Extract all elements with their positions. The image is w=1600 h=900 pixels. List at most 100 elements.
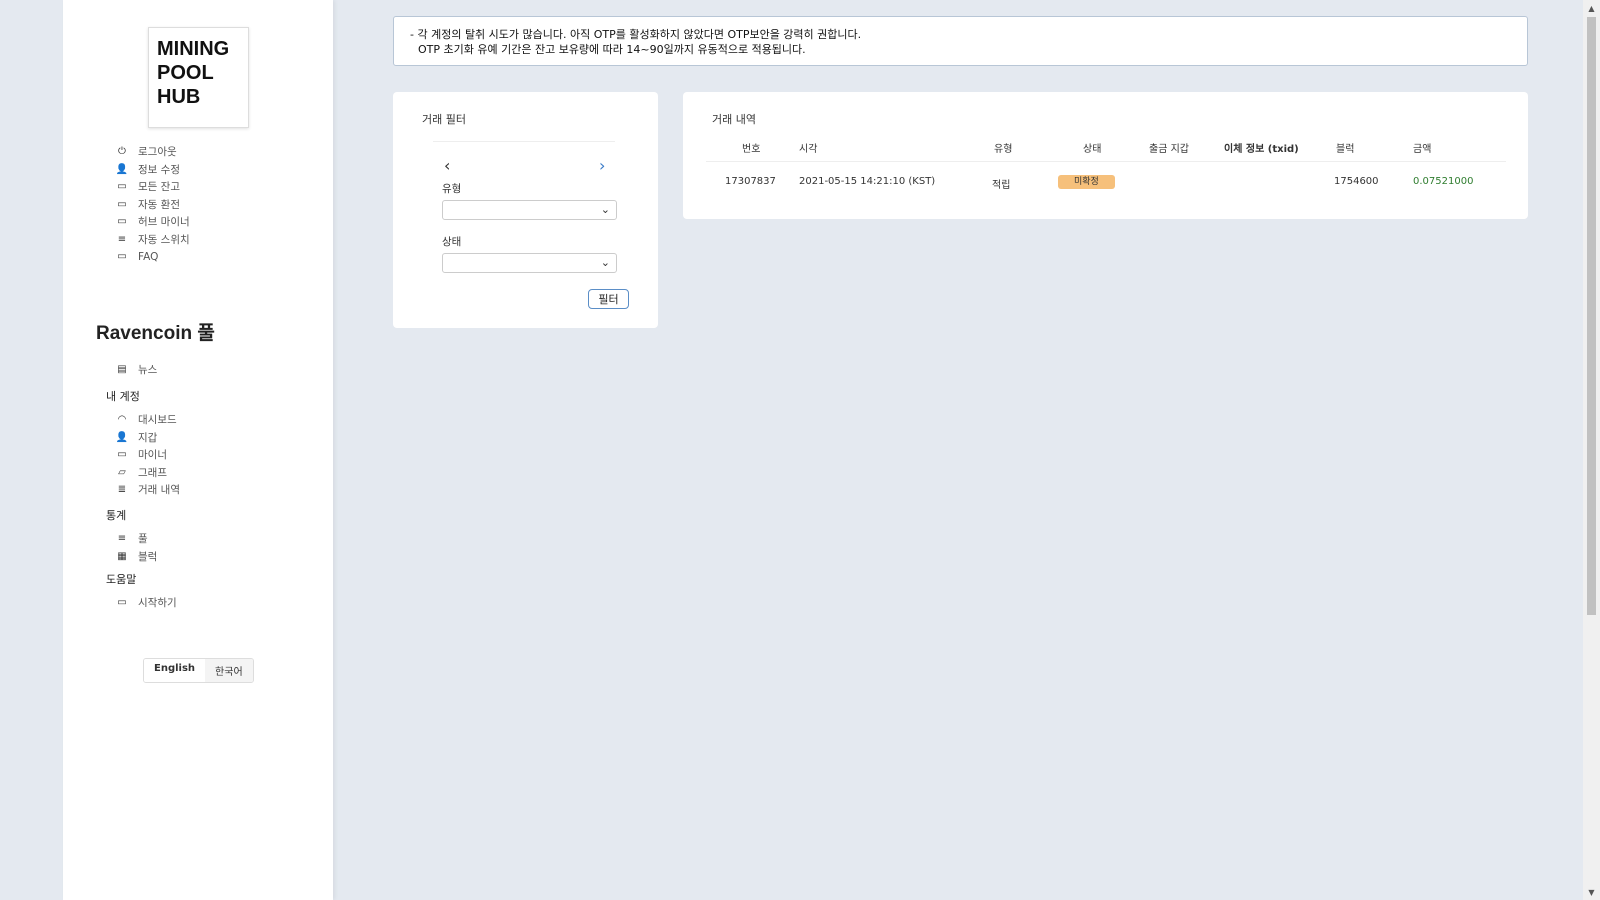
pool-title: Ravencoin 풀 — [96, 323, 215, 344]
top-nav: ⏻ 로그아웃 👤 정보 수정 ▭ 모든 잔고 ▭ 자동 환전 ▭ 허브 마이너 … — [116, 143, 190, 266]
row-amount: 0.07521000 — [1413, 176, 1474, 187]
scroll-down-icon[interactable]: ▼ — [1583, 884, 1600, 900]
nav-label: 시작하기 — [138, 597, 177, 610]
news-nav: ▤ 뉴스 — [116, 361, 157, 379]
monitor-icon: ▭ — [117, 198, 127, 210]
chevron-down-icon: ⌄ — [600, 256, 610, 269]
nav-wallet[interactable]: 👤 지갑 — [116, 429, 180, 447]
nav-label: 거래 내역 — [138, 484, 180, 497]
nav-logout[interactable]: ⏻ 로그아웃 — [116, 143, 190, 161]
nav-dashboard[interactable]: ◠ 대시보드 — [116, 411, 180, 429]
account-section: 내 계정 ◠ 대시보드 👤 지갑 ▭ 마이너 ▱ 그래프 ≣ 거래 내역 — [106, 388, 180, 499]
logo-line-2: POOL — [157, 62, 214, 84]
language-english-button[interactable]: English — [144, 659, 206, 682]
nav-faq[interactable]: ▭ FAQ — [116, 248, 190, 266]
sidebar: MINING POOL HUB ⏻ 로그아웃 👤 정보 수정 ▭ 모든 잔고 ▭… — [63, 0, 333, 900]
nav-label: 정보 수정 — [138, 163, 180, 176]
status-badge-label: 미확정 — [1058, 175, 1115, 189]
page-scrollbar[interactable]: ▲ ▼ — [1583, 0, 1600, 900]
logo-line-1: MINING — [157, 38, 230, 60]
nav-news[interactable]: ▤ 뉴스 — [116, 361, 157, 379]
monitor-icon: ▭ — [117, 216, 127, 228]
row-id: 17307837 — [725, 176, 776, 187]
nav-blocks[interactable]: ▦ 블럭 — [116, 548, 157, 566]
scrollbar-thumb[interactable] — [1587, 17, 1596, 615]
nav-label: 마이너 — [138, 449, 167, 462]
language-korean-button[interactable]: 한국어 — [205, 659, 253, 682]
nav-label: 자동 스위치 — [138, 233, 190, 246]
column-header-block: 블럭 — [1336, 144, 1355, 155]
chevron-left-icon[interactable]: ‹ — [444, 156, 450, 175]
column-header-time: 시각 — [799, 144, 818, 155]
nav-label: 허브 마이너 — [138, 216, 190, 229]
nav-label: 로그아웃 — [138, 146, 177, 159]
nav-label: 풀 — [138, 533, 148, 546]
status-select[interactable]: ⌄ — [442, 253, 617, 273]
row-type: 적립 — [992, 180, 1011, 191]
transactions-title: 거래 내역 — [712, 113, 756, 126]
stats-section: 통계 ≡ 풀 ▦ 블럭 — [106, 507, 157, 565]
nav-label: 모든 잔고 — [138, 181, 180, 194]
alert-line-1: - 각 계정의 탈취 시도가 많습니다. 아직 OTP를 활성화하지 않았다면 … — [410, 28, 862, 41]
row-time: 2021-05-15 14:21:10 (KST) — [799, 176, 936, 187]
nav-label: 대시보드 — [138, 414, 177, 427]
monitor-icon: ▭ — [117, 181, 127, 193]
grid-icon: ▦ — [117, 550, 127, 562]
nav-transactions[interactable]: ≣ 거래 내역 — [116, 481, 180, 499]
nav-label: 자동 환전 — [138, 198, 180, 211]
scroll-up-icon[interactable]: ▲ — [1583, 0, 1600, 16]
help-section: 도움말 ▭ 시작하기 — [106, 571, 177, 612]
bars-icon: ≡ — [117, 533, 127, 545]
nav-label: 블럭 — [138, 550, 158, 563]
account-heading: 내 계정 — [106, 390, 140, 403]
column-header-status: 상태 — [1083, 144, 1102, 155]
logo-line-3: HUB — [157, 86, 201, 108]
type-select[interactable]: ⌄ — [442, 200, 617, 220]
language-switcher: English 한국어 — [143, 658, 254, 683]
stats-heading: 통계 — [106, 509, 127, 522]
nav-label: 지갑 — [138, 431, 158, 444]
help-heading: 도움말 — [106, 573, 137, 586]
desktop-icon: ▭ — [117, 251, 127, 263]
status-badge: 미확정 — [1058, 174, 1115, 189]
table-header-divider — [706, 161, 1506, 162]
row-block[interactable]: 1754600 — [1334, 176, 1379, 187]
column-header-id: 번호 — [742, 144, 761, 155]
column-header-type: 유형 — [994, 144, 1013, 155]
desktop-icon: ▭ — [117, 597, 127, 609]
nav-auto-exchange[interactable]: ▭ 자동 환전 — [116, 196, 190, 214]
list-icon: ≣ — [117, 484, 127, 496]
alert-line-2: OTP 초기화 유예 기간은 잔고 보유량에 따라 14~90일까지 유동적으로… — [418, 43, 806, 56]
column-header-amount: 금액 — [1413, 144, 1432, 155]
user-icon: 👤 — [115, 163, 129, 175]
nav-miners[interactable]: ▭ 마이너 — [116, 446, 180, 464]
nav-hub-miner[interactable]: ▭ 허브 마이너 — [116, 213, 190, 231]
nav-label: 뉴스 — [138, 364, 158, 377]
nav-auto-switch[interactable]: ≡ 자동 스위치 — [116, 231, 190, 249]
nav-label: FAQ — [138, 250, 159, 263]
nav-edit-profile[interactable]: 👤 정보 수정 — [116, 161, 190, 179]
power-icon: ⏻ — [118, 146, 126, 158]
status-label: 상태 — [442, 236, 462, 248]
dashboard-icon: ◠ — [117, 414, 127, 426]
column-header-wallet: 출금 지갑 — [1149, 144, 1189, 155]
filter-title: 거래 필터 — [422, 113, 466, 126]
user-icon: 👤 — [115, 431, 129, 443]
nav-label: 그래프 — [138, 466, 167, 479]
column-header-txid: 이체 정보 (txid) — [1224, 144, 1299, 155]
chevron-right-icon[interactable]: › — [599, 156, 605, 175]
type-label: 유형 — [442, 183, 462, 195]
transaction-filter-card: 거래 필터 ‹ › 유형 ⌄ 상태 ⌄ 필터 — [393, 92, 658, 328]
nav-pool-stats[interactable]: ≡ 풀 — [116, 530, 157, 548]
nav-all-balances[interactable]: ▭ 모든 잔고 — [116, 178, 190, 196]
chevron-down-icon: ⌄ — [600, 203, 610, 216]
filter-button[interactable]: 필터 — [588, 289, 629, 309]
monitor-icon: ▭ — [117, 449, 127, 461]
transactions-card: 거래 내역 번호 시각 유형 상태 출금 지갑 이체 정보 (txid) 블럭 … — [683, 92, 1528, 219]
nav-getting-started[interactable]: ▭ 시작하기 — [116, 594, 177, 612]
filter-divider — [433, 141, 615, 142]
chart-icon: ▱ — [118, 466, 126, 478]
list-icon: ≡ — [117, 233, 127, 245]
nav-graphs[interactable]: ▱ 그래프 — [116, 464, 180, 482]
site-logo[interactable]: MINING POOL HUB — [148, 27, 249, 128]
